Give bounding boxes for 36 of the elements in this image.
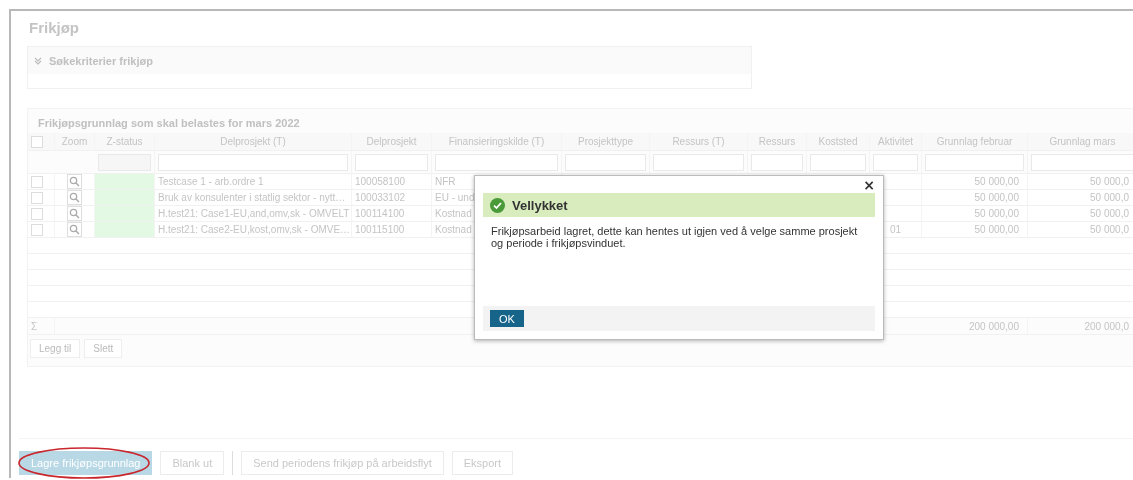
- table-cell: 01: [889, 224, 902, 235]
- search-icon: [69, 176, 80, 187]
- table-cell: H.test21: Case2-EU,kost,omv,sk - OMVE…: [158, 224, 351, 235]
- ok-button[interactable]: OK: [490, 310, 524, 327]
- row-checkbox[interactable]: [31, 223, 43, 236]
- table-button[interactable]: Slett: [84, 339, 123, 358]
- toolbar-button[interactable]: Lagre frikjøpsgrunnlag: [19, 451, 153, 475]
- search-icon: [69, 224, 80, 235]
- zoom-button[interactable]: [67, 174, 82, 189]
- search-icon: [69, 208, 80, 219]
- table-cell: H.test21: Case1-EU,and,omv,sk - OMVELT: [158, 208, 350, 219]
- table-cell: 100114100: [355, 208, 405, 219]
- zoom-button[interactable]: [67, 222, 82, 237]
- select-all-checkbox[interactable]: [31, 135, 43, 148]
- zoom-button[interactable]: [67, 190, 82, 205]
- checkmark-icon: [490, 197, 505, 213]
- dialog-message: Frikjøpsarbeid lagret, dette kan hentes ut igjen ved å velge samme prosjekt og periode i frikjøpsvinduet.: [490, 224, 859, 251]
- table-cell: Kostnad: [435, 224, 472, 235]
- search-icon: [69, 192, 80, 203]
- page-title: Frikjøp: [28, 18, 80, 38]
- table-title: Frikjøpsgrunnlag som skal belastes for mars 2022: [37, 116, 301, 131]
- row-checkbox[interactable]: [31, 175, 43, 188]
- table-cell: 100115100: [355, 224, 405, 235]
- chevron-icon: [34, 56, 42, 65]
- table-cell: Kostnad: [435, 208, 472, 219]
- close-button[interactable]: ×: [863, 176, 875, 193]
- table-cell: EU - und: [435, 192, 475, 203]
- zoom-button[interactable]: [67, 206, 82, 221]
- table-cell: 100058100: [355, 176, 406, 187]
- row-checkbox[interactable]: [31, 207, 43, 220]
- search-panel-header[interactable]: Søkekriterier frikjøp: [28, 47, 751, 74]
- table-button[interactable]: Legg til: [30, 339, 81, 358]
- table-cell: 100033102: [355, 192, 406, 203]
- dialog-title: Vellykket: [512, 197, 568, 213]
- row-checkbox[interactable]: [31, 191, 43, 204]
- table-cell: NFR: [435, 176, 456, 187]
